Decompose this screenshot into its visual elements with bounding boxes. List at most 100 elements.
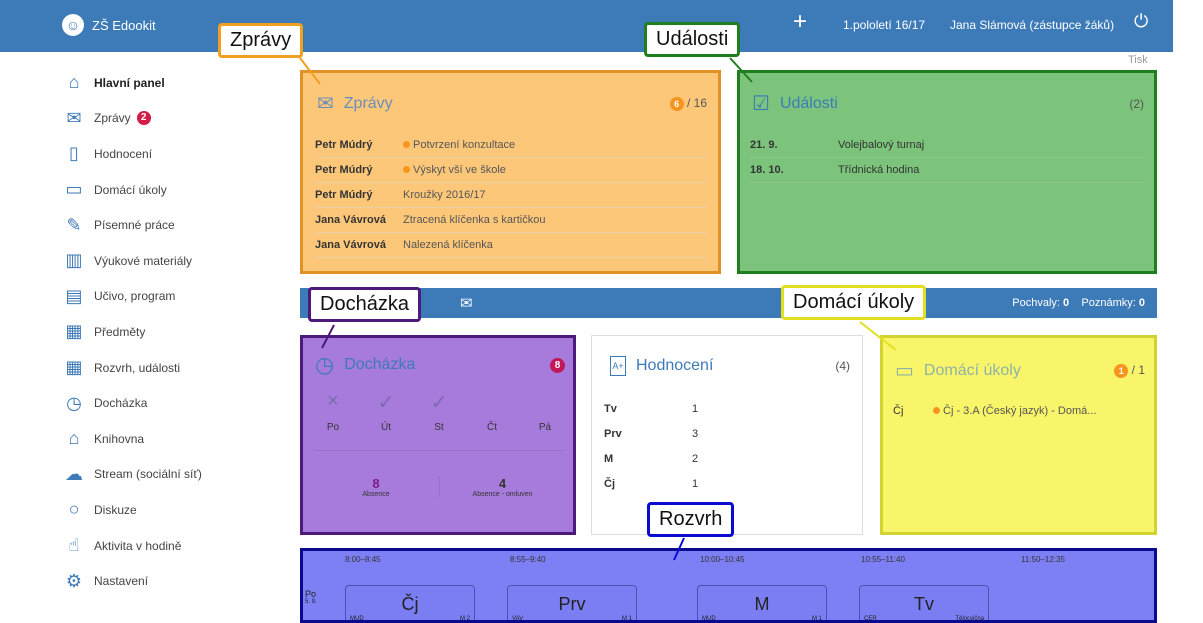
event-row[interactable]: 18. 10. Třídnická hodina — [750, 158, 1144, 183]
excused-value: 4 — [498, 476, 507, 491]
briefcase-icon: ▭ — [65, 179, 83, 200]
lesson-time: 11:50–12:35 — [1021, 555, 1065, 564]
grade-subject: Tv — [604, 402, 617, 415]
attendance-day[interactable]: × Po — [313, 390, 353, 433]
sidebar: ⌂ Hlavní panel ✉ Zprávy 2 ▯ Hodnocení ▭ Domácí ú… — [62, 65, 282, 599]
event-row[interactable]: 21. 9. Volejbalový turnaj — [750, 133, 1144, 158]
grades-header[interactable]: A+ Hodnocení (4) — [610, 356, 850, 376]
callout-zpravy: Zprávy — [218, 23, 304, 58]
attendance-mark-icon — [525, 390, 565, 416]
print-link[interactable]: Tisk — [1128, 54, 1148, 66]
term-selector[interactable]: 1.pololetí 16/17 — [843, 18, 925, 32]
absence-stat[interactable]: 8 Absence — [313, 476, 439, 498]
sidebar-item[interactable]: ⌂ Hlavní panel — [62, 65, 282, 101]
sidebar-item[interactable]: ▥ Výukové materiály — [62, 243, 282, 279]
events-list: 21. 9. Volejbalový turnaj 18. 10. Třídnická… — [750, 133, 1144, 183]
message-row[interactable]: Jana Vávrová Nalezená klíčenka — [315, 233, 707, 258]
sidebar-item-label: Domácí úkoly — [94, 182, 167, 197]
grade-row[interactable]: Čj 1 — [604, 471, 844, 496]
envelope-icon: ✉ — [317, 93, 334, 115]
sidebar-item[interactable]: ⌂ Knihovna — [62, 421, 282, 457]
message-row[interactable]: Petr Múdrý Kroužky 2016/17 — [315, 183, 707, 208]
homework-list: Čj Čj - 3.A (Český jazyk) - Domá... — [893, 398, 1147, 423]
day-date: 5. 9. — [305, 599, 317, 605]
messages-header[interactable]: ✉ Zprávy 6 / 16 — [317, 91, 707, 116]
message-subject-text: Nalezená klíčenka — [403, 239, 493, 251]
sidebar-item[interactable]: ▦ Rozvrh, události — [62, 350, 282, 386]
sidebar-item-label: Hodnocení — [94, 146, 153, 161]
message-subject-text: Ztracená klíčenka s kartičkou — [403, 214, 546, 226]
logout-power-icon[interactable]: ⏻ — [1134, 11, 1148, 32]
attendance-day[interactable]: ✓ Út — [366, 390, 406, 433]
divider — [313, 450, 565, 451]
attendance-day[interactable]: Pá — [525, 390, 565, 433]
notes-label: Poznámky: — [1081, 297, 1136, 309]
homework-row[interactable]: Čj Čj - 3.A (Český jazyk) - Domá... — [893, 398, 1147, 423]
message-envelope-icon[interactable]: ✉ — [460, 294, 473, 312]
event-date: 18. 10. — [750, 164, 784, 176]
lesson-time: 10:00–10:45 — [700, 555, 745, 564]
sidebar-item[interactable]: ▦ Předměty — [62, 314, 282, 350]
lesson-subject: Tv — [914, 594, 934, 614]
sidebar-item[interactable]: ⚙ Nastavení — [62, 563, 282, 599]
unread-dot — [403, 166, 410, 173]
events-header[interactable]: ☑ Události (2) — [752, 91, 1144, 116]
events-count: (2) — [1129, 96, 1144, 111]
message-row[interactable]: Petr Múdrý Potvrzení konzultace — [315, 133, 707, 158]
message-subject-text: Kroužky 2016/17 — [403, 189, 486, 201]
sidebar-item[interactable]: ○ Diskuze — [62, 492, 282, 528]
lesson-card[interactable]: Tv CER Tělocvična — [859, 585, 989, 622]
grade-value: 1 — [692, 477, 699, 490]
excused-stat[interactable]: 4 Absence - omluven — [439, 476, 565, 498]
unread-dot — [403, 141, 410, 148]
sidebar-item[interactable]: ✎ Písemné práce — [62, 207, 282, 243]
user-menu[interactable]: Jana Slámová (zástupce žáků) — [950, 18, 1114, 32]
grade-document-icon: A+ — [610, 356, 626, 376]
edookit-logo-icon: ☺ — [62, 14, 84, 36]
message-row[interactable]: Petr Múdrý Výskyt vší ve škole — [315, 158, 707, 183]
sidebar-item[interactable]: ▯ Hodnocení — [62, 136, 282, 172]
lesson-card[interactable]: M MUD M 1 — [697, 585, 827, 620]
attendance-week: × Po ✓ Út ✓ St Čt Pá — [313, 390, 565, 433]
praise-notes[interactable]: Pochvaly: 0 Poznámky: 0 — [1012, 297, 1145, 309]
grade-row[interactable]: Prv 3 — [604, 421, 844, 446]
lesson-card[interactable]: Prv VAV M 1 — [507, 585, 637, 620]
praise-value: 0 — [1063, 297, 1070, 309]
open-book-icon: ▤ — [65, 285, 83, 306]
gear-icon: ⚙ — [65, 570, 83, 591]
sidebar-item[interactable]: ◷ Docházka — [62, 385, 282, 421]
sidebar-item-label: Aktivita v hodině — [94, 538, 182, 553]
attendance-badge: 8 — [550, 357, 565, 373]
hand-icon: ☝ — [68, 535, 80, 556]
homework-header[interactable]: ▭ Domácí úkoly 1 / 1 — [895, 358, 1145, 383]
lesson-subject: M — [754, 594, 770, 614]
add-icon[interactable]: + — [793, 8, 807, 36]
sidebar-item[interactable]: ☝ Aktivita v hodině — [62, 528, 282, 564]
sidebar-item[interactable]: ▭ Domácí úkoly — [62, 172, 282, 208]
grades-list: Tv 1 Prv 3 M 2 Čj 1 — [604, 396, 844, 496]
library-icon: ⌂ — [68, 428, 80, 449]
message-subject-text: Výskyt vší ve škole — [413, 164, 506, 176]
sidebar-item[interactable]: ☁ Stream (sociální síť) — [62, 457, 282, 493]
day-name: Po — [305, 589, 317, 599]
attendance-day[interactable]: Čt — [472, 390, 512, 433]
event-name: Třídnická hodina — [838, 164, 920, 176]
lesson-card[interactable]: Čj MUD M 2 — [345, 585, 475, 620]
message-subject: Ztracená klíčenka s kartičkou — [403, 214, 545, 226]
message-subject: Výskyt vší ve škole — [403, 164, 506, 176]
brand[interactable]: ☺ ZŠ Edookit — [62, 14, 156, 36]
top-bar: ☺ ZŠ Edookit + 1.pololetí 16/17 Jana Slá… — [0, 0, 1173, 52]
callout-dochazka: Docházka — [308, 287, 421, 322]
grade-value: 2 — [692, 452, 699, 465]
grade-row[interactable]: M2 — [604, 446, 844, 471]
sidebar-item[interactable]: ▤ Učivo, program — [62, 279, 282, 315]
grade-row[interactable]: Tv 1 — [604, 396, 844, 421]
lesson-subject: Čj — [401, 594, 419, 614]
message-row[interactable]: Jana Vávrová Ztracená klíčenka s kartičko… — [315, 208, 707, 233]
sidebar-item[interactable]: ✉ Zprávy 2 — [62, 101, 282, 137]
attendance-header[interactable]: ◷ Docházka 8 — [315, 352, 565, 378]
lesson-room: Tělocvična — [955, 616, 984, 622]
events-title: Události — [779, 94, 838, 112]
sidebar-item-label: Výukové materiály — [94, 253, 193, 268]
attendance-day[interactable]: ✓ St — [419, 390, 459, 433]
